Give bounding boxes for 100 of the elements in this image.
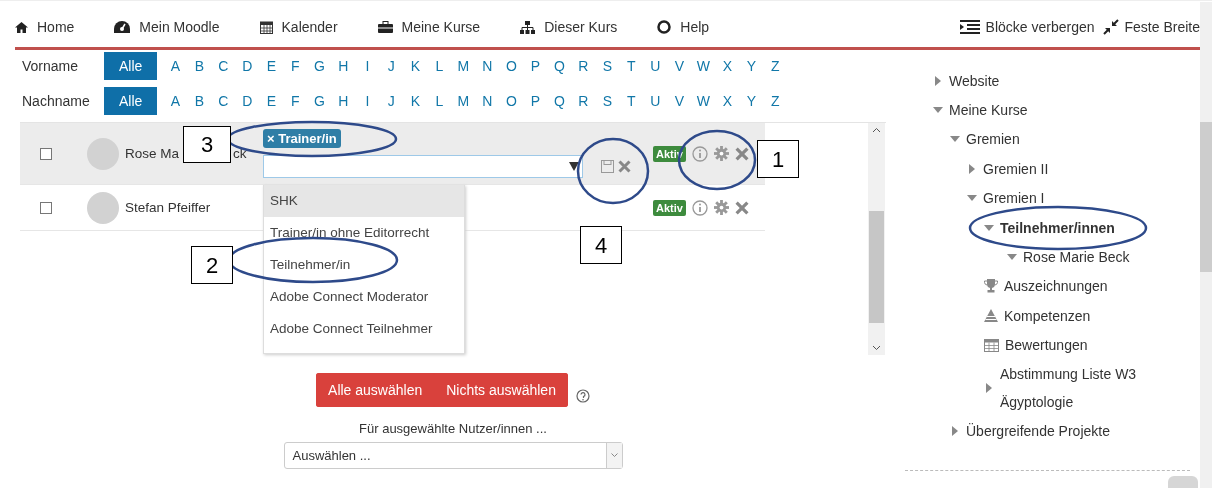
nav-tree-item[interactable]: Übergreifende Projekte bbox=[966, 422, 1110, 439]
caret-right-icon[interactable] bbox=[935, 75, 941, 86]
letter-filter[interactable]: L bbox=[427, 57, 452, 74]
nav-link[interactable]: Mein Moodle bbox=[114, 19, 220, 35]
scrollbar[interactable] bbox=[868, 123, 885, 355]
letter-filter[interactable]: P bbox=[523, 57, 548, 74]
letter-filter[interactable]: U bbox=[643, 57, 668, 74]
letter-filter[interactable]: E bbox=[259, 92, 284, 109]
scroll-up-icon[interactable] bbox=[872, 127, 881, 133]
nav-tree-item[interactable]: Bewertungen bbox=[1005, 337, 1088, 354]
user-name[interactable]: Stefan Pfeiffer bbox=[125, 200, 211, 215]
letter-filter[interactable]: K bbox=[403, 92, 428, 109]
letter-filter[interactable]: E bbox=[259, 57, 284, 74]
dropdown-option[interactable]: Adobe Connect Moderator bbox=[264, 281, 464, 313]
scroll-down-icon[interactable] bbox=[872, 345, 881, 351]
letter-filter[interactable]: H bbox=[331, 92, 356, 109]
letter-filter[interactable]: O bbox=[499, 92, 524, 109]
caret-down-icon[interactable] bbox=[967, 195, 977, 202]
letter-filter[interactable]: B bbox=[187, 92, 212, 109]
letter-filter[interactable]: R bbox=[571, 57, 596, 74]
role-input[interactable] bbox=[263, 155, 583, 178]
nav-tree-item[interactable]: Website bbox=[949, 72, 1000, 89]
letter-filter[interactable]: S bbox=[595, 57, 620, 74]
letter-filter[interactable]: H bbox=[331, 57, 356, 74]
letter-filter[interactable]: C bbox=[211, 57, 236, 74]
nav-tree-item[interactable]: Gremien bbox=[966, 131, 1020, 148]
nav-tree-item[interactable]: Meine Kurse bbox=[949, 102, 1028, 119]
dropdown-arrow-icon[interactable] bbox=[569, 162, 579, 171]
nav-tree-item[interactable]: Gremien II bbox=[983, 160, 1049, 177]
close-icon[interactable] bbox=[734, 200, 749, 215]
letter-filter[interactable]: Y bbox=[739, 92, 764, 109]
nav-tree-item[interactable]: Teilnehmer/innen bbox=[1000, 219, 1115, 236]
letter-filter[interactable]: Y bbox=[739, 57, 764, 74]
dropdown-option[interactable]: Teilnehmer/in bbox=[264, 249, 464, 281]
letter-filter[interactable]: Alle bbox=[104, 86, 158, 115]
user-name[interactable]: ck bbox=[233, 146, 247, 161]
action-select[interactable]: Auswählen ... bbox=[283, 442, 623, 469]
checkbox[interactable] bbox=[40, 201, 52, 214]
letter-filter[interactable]: W bbox=[691, 92, 716, 109]
letter-filter[interactable]: M bbox=[451, 92, 476, 109]
letter-filter[interactable]: I bbox=[355, 57, 380, 74]
close-icon[interactable] bbox=[734, 146, 749, 161]
letter-filter[interactable]: R bbox=[571, 92, 596, 109]
info-icon[interactable] bbox=[691, 199, 708, 216]
nav-link[interactable]: Dieser Kurs bbox=[520, 19, 618, 35]
letter-filter[interactable]: L bbox=[427, 92, 452, 109]
letter-filter[interactable]: Z bbox=[763, 57, 788, 74]
nav-tree-item[interactable]: Auszeichnungen bbox=[1004, 278, 1108, 295]
caret-right-icon[interactable] bbox=[986, 382, 992, 393]
caret-right-icon[interactable] bbox=[952, 425, 958, 436]
nav-tree-item[interactable]: Gremien I bbox=[983, 190, 1045, 207]
letter-filter[interactable]: F bbox=[283, 57, 308, 74]
letter-filter[interactable]: B bbox=[187, 57, 212, 74]
letter-filter[interactable]: N bbox=[475, 57, 500, 74]
letter-filter[interactable]: A bbox=[163, 57, 188, 74]
letter-filter[interactable]: X bbox=[715, 92, 740, 109]
caret-down-icon[interactable] bbox=[950, 136, 960, 143]
settings-icon[interactable] bbox=[713, 200, 729, 215]
letter-filter[interactable]: P bbox=[523, 92, 548, 109]
letter-filter[interactable]: U bbox=[643, 92, 668, 109]
letter-filter[interactable]: C bbox=[211, 92, 236, 109]
nav-tree-item[interactable]: Rose Marie Beck bbox=[1023, 249, 1130, 266]
letter-filter[interactable]: Alle bbox=[104, 51, 158, 80]
letter-filter[interactable]: D bbox=[235, 92, 260, 109]
close-icon[interactable] bbox=[618, 160, 631, 173]
help-icon[interactable] bbox=[575, 389, 590, 403]
nav-link[interactable]: Kalender bbox=[259, 19, 338, 35]
role-tag[interactable]: × Trainer/in bbox=[263, 129, 341, 148]
scrollbar[interactable] bbox=[1200, 2, 1212, 488]
letter-filter[interactable]: V bbox=[667, 92, 692, 109]
letter-filter[interactable]: O bbox=[499, 57, 524, 74]
letter-filter[interactable]: A bbox=[163, 92, 188, 109]
dropdown-option[interactable]: Trainer/in ohne Editorrecht bbox=[264, 217, 464, 249]
letter-filter[interactable]: V bbox=[667, 57, 692, 74]
nav-link[interactable]: Home bbox=[15, 19, 75, 35]
letter-filter[interactable]: F bbox=[283, 92, 308, 109]
dropdown-option[interactable]: Adobe Connect Teilnehmer bbox=[264, 313, 464, 345]
caret-down-icon[interactable] bbox=[984, 224, 994, 231]
user-name[interactable]: Rose Ma bbox=[125, 146, 180, 161]
letter-filter[interactable]: G bbox=[307, 92, 332, 109]
caret-down-icon[interactable] bbox=[933, 107, 943, 114]
letter-filter[interactable]: Z bbox=[763, 92, 788, 109]
dropdown-option[interactable]: SHK bbox=[264, 185, 464, 217]
letter-filter[interactable]: X bbox=[715, 57, 740, 74]
letter-filter[interactable]: I bbox=[355, 92, 380, 109]
letter-filter[interactable]: J bbox=[379, 57, 404, 74]
caret-right-icon[interactable] bbox=[969, 163, 975, 174]
hide-blocks-link[interactable]: Blöcke verbergen bbox=[959, 19, 1095, 35]
letter-filter[interactable]: J bbox=[379, 92, 404, 109]
letter-filter[interactable]: D bbox=[235, 57, 260, 74]
nav-tree-item[interactable]: Abstimmung Liste W3 Ägyptologie bbox=[1000, 359, 1170, 416]
letter-filter[interactable]: Q bbox=[547, 92, 572, 109]
letter-filter[interactable]: N bbox=[475, 92, 500, 109]
letter-filter[interactable]: W bbox=[691, 57, 716, 74]
letter-filter[interactable]: Q bbox=[547, 57, 572, 74]
letter-filter[interactable]: M bbox=[451, 57, 476, 74]
nav-link[interactable]: Meine Kurse bbox=[377, 19, 481, 35]
letter-filter[interactable]: T bbox=[619, 92, 644, 109]
checkbox[interactable] bbox=[40, 147, 52, 160]
letter-filter[interactable]: S bbox=[595, 92, 620, 109]
